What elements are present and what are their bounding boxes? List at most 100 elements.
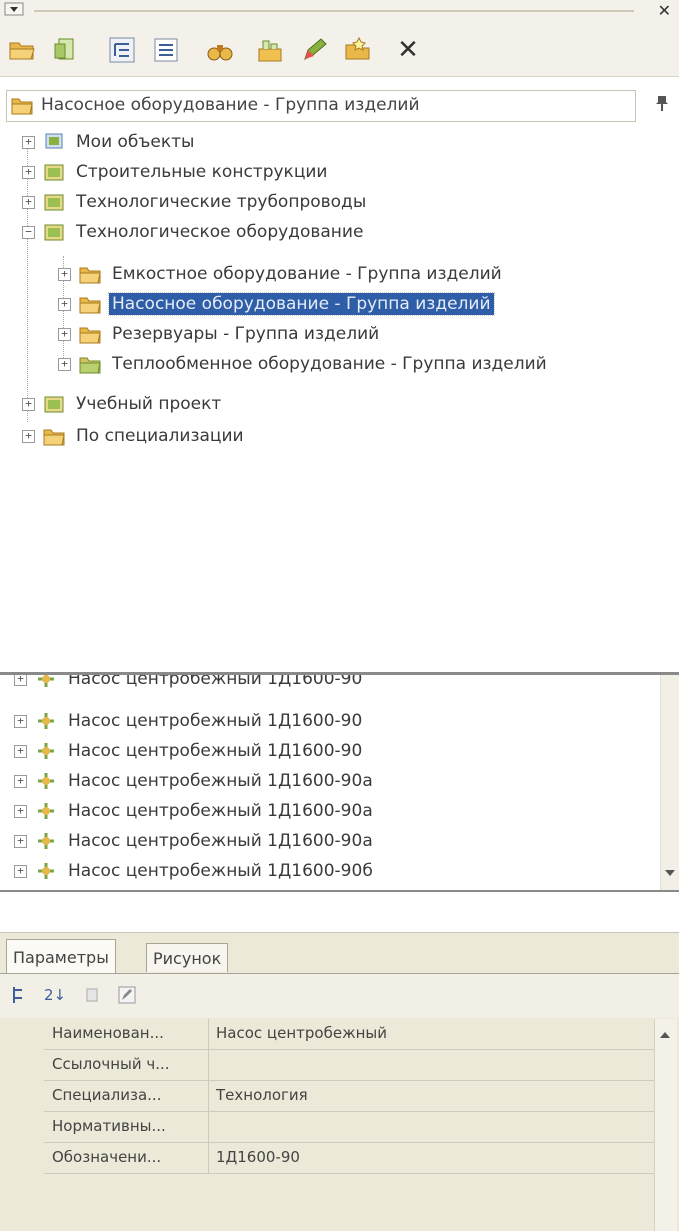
delete-button[interactable]: ✕ <box>390 32 426 68</box>
property-row[interactable]: Обозначени... 1Д1600-90 <box>44 1143 654 1174</box>
menu-arrow-icon <box>4 2 24 16</box>
property-row[interactable]: Ссылочный ч... <box>44 1050 654 1081</box>
tab-label: Рисунок <box>153 948 222 968</box>
panel-menu-button[interactable] <box>4 2 26 18</box>
expander-icon[interactable]: + <box>14 675 27 686</box>
edit-property-button[interactable] <box>114 982 140 1008</box>
properties-toolbar: 2↓ <box>0 974 679 1018</box>
expander-icon[interactable]: + <box>58 327 71 341</box>
pump-item-icon <box>38 833 54 849</box>
location-bar: Насосное оборудование - Группа изделий <box>0 86 679 124</box>
edit-button[interactable] <box>296 32 332 68</box>
list-item[interactable]: + Насос центробежный 1Д1600-90 <box>14 675 365 693</box>
list-item-label: Насос центробежный 1Д1600-90 <box>68 675 363 689</box>
my-objects-icon <box>45 133 63 149</box>
list-view-icon <box>154 38 178 62</box>
tree-item-label: Учебный проект <box>76 394 222 414</box>
tree-item-tanks[interactable]: + Резервуары - Группа изделий <box>58 320 382 348</box>
pages-button[interactable] <box>80 982 106 1008</box>
catalog-icon <box>44 164 64 181</box>
expander-icon[interactable]: + <box>14 714 27 728</box>
property-row[interactable]: Специализа... Технология <box>44 1081 654 1112</box>
expander-icon[interactable]: + <box>22 165 35 179</box>
tree-item-heat-exchange-equipment[interactable]: + Теплообменное оборудование - Группа из… <box>58 350 550 378</box>
toolbar: ✕ <box>0 22 679 77</box>
open-folder-button[interactable] <box>4 32 40 68</box>
properties-button[interactable] <box>48 32 84 68</box>
expander-icon[interactable]: + <box>14 774 27 788</box>
close-icon: ✕ <box>657 1 671 20</box>
expander-icon[interactable]: + <box>58 267 71 281</box>
open-folder-icon <box>9 42 35 60</box>
tree-view-icon <box>109 37 135 63</box>
list-view-button[interactable] <box>148 32 184 68</box>
close-panel-button[interactable]: ✕ <box>658 1 671 20</box>
sort-button[interactable]: 2↓ <box>42 982 68 1008</box>
tree-item-label-selected: Насосное оборудование - Группа изделий <box>108 292 495 316</box>
current-location-text: Насосное оборудование - Группа изделий <box>41 95 420 115</box>
expander-icon[interactable]: + <box>14 744 27 758</box>
tab-drawing[interactable]: Рисунок <box>146 943 229 972</box>
sort-icon: 2↓ <box>43 986 67 1004</box>
tree-item-process-equipment[interactable]: − Технологическое оборудование <box>22 218 366 246</box>
tree-item-label: Емкостное оборудование - Группа изделий <box>112 264 502 284</box>
pump-item-icon <box>38 803 54 819</box>
list-item[interactable]: + Насос центробежный 1Д1600-90а <box>14 827 376 855</box>
pin-icon[interactable] <box>655 94 669 116</box>
pump-item-icon <box>38 675 54 687</box>
property-name: Обозначени... <box>52 1148 162 1166</box>
expander-icon[interactable]: + <box>58 297 71 311</box>
tree-item-pump-equipment[interactable]: + Насосное оборудование - Группа изделий <box>58 290 495 318</box>
expander-icon[interactable]: + <box>22 195 35 209</box>
tree-item-building-structures[interactable]: + Строительные конструкции <box>22 158 330 186</box>
tree-item-tank-equipment[interactable]: + Емкостное оборудование - Группа издели… <box>58 260 505 288</box>
expander-icon[interactable]: + <box>22 397 35 411</box>
list-item[interactable]: + Насос центробежный 1Д1600-90б <box>14 857 376 885</box>
property-row[interactable]: Нормативны... <box>44 1112 654 1143</box>
tab-parameters[interactable]: Параметры <box>6 939 116 974</box>
list-item[interactable]: + Насос центробежный 1Д1600-90 <box>14 707 365 735</box>
list-item[interactable]: + Насос центробежный 1Д1600-90а <box>14 797 376 825</box>
collapse-icon[interactable]: − <box>22 225 35 239</box>
property-value[interactable]: Насос центробежный <box>216 1024 387 1042</box>
list-item-label: Насос центробежный 1Д1600-90 <box>68 711 363 731</box>
folder-icon <box>79 327 101 344</box>
tree-item-training-project[interactable]: + Учебный проект <box>22 390 224 418</box>
folder-icon <box>79 267 101 284</box>
list-item[interactable]: + Насос центробежный 1Д1600-90 <box>14 737 365 765</box>
tree-item-label: Строительные конструкции <box>76 162 328 182</box>
tree-item-process-pipelines[interactable]: + Технологические трубопроводы <box>22 188 369 216</box>
tree-item-by-specialization[interactable]: + По специализации <box>22 422 247 450</box>
list-item-label: Насос центробежный 1Д1600-90 <box>68 741 363 761</box>
scroll-down-icon[interactable] <box>661 864 679 884</box>
folder-icon <box>79 297 101 314</box>
property-name: Наименован... <box>52 1024 164 1042</box>
expander-icon[interactable]: + <box>22 135 35 149</box>
expander-icon[interactable]: + <box>14 804 27 818</box>
list-item[interactable]: + Насос центробежный 1Д1600-90а <box>14 767 376 795</box>
tree-item-label: Мои объекты <box>76 132 195 152</box>
find-button[interactable] <box>202 32 238 68</box>
list-scrollbar[interactable] <box>660 675 679 890</box>
property-value[interactable]: Технология <box>216 1086 308 1104</box>
expander-icon[interactable]: + <box>22 429 35 443</box>
expander-icon[interactable]: + <box>14 834 27 848</box>
property-grid-scrollbar[interactable] <box>654 1019 677 1231</box>
categorized-icon <box>13 987 22 1003</box>
properties-panel: Параметры Рисунок 2↓ Наименован... Насос… <box>0 933 679 1231</box>
property-value[interactable]: 1Д1600-90 <box>216 1148 300 1166</box>
current-location-combo[interactable]: Насосное оборудование - Группа изделий <box>6 90 636 122</box>
list-item-label: Насос центробежный 1Д1600-90б <box>68 861 373 881</box>
expander-icon[interactable]: + <box>14 864 27 878</box>
scroll-up-icon[interactable] <box>655 1025 675 1045</box>
item-list: + Насос центробежный 1Д1600-90 + Насос ц… <box>0 675 679 890</box>
expander-icon[interactable]: + <box>58 357 71 371</box>
tree-item-my-objects[interactable]: + Мои объекты <box>22 128 197 156</box>
tree-item-label: Резервуары - Группа изделий <box>112 324 380 344</box>
pump-item-icon <box>38 713 54 729</box>
categorized-button[interactable] <box>8 982 34 1008</box>
structure-button[interactable] <box>252 32 288 68</box>
new-folder-button[interactable] <box>340 32 376 68</box>
tree-view-button[interactable] <box>104 32 140 68</box>
property-row[interactable]: Наименован... Насос центробежный <box>44 1019 654 1050</box>
